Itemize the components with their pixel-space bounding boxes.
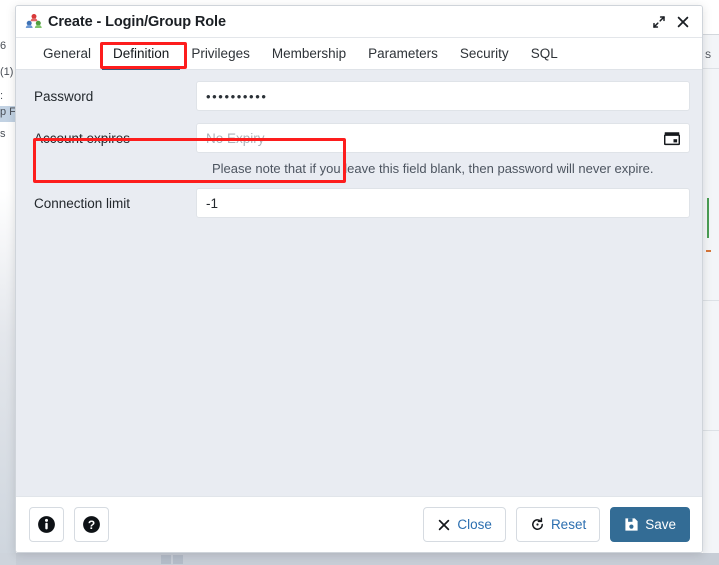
password-expiry-hint: Please note that if you leave this field… — [212, 161, 654, 176]
tab-label: Privileges — [191, 46, 250, 61]
bg-right-accent — [707, 198, 709, 238]
tab-membership[interactable]: Membership — [261, 38, 357, 69]
close-icon[interactable] — [672, 11, 694, 33]
connection-limit-value: -1 — [206, 195, 219, 211]
bg-tree-item: 6 — [0, 40, 7, 52]
bg-tree-item: s — [0, 128, 6, 140]
tab-label: Definition — [113, 46, 170, 61]
account-expires-input[interactable]: No Expiry — [196, 123, 690, 153]
bg-right-body — [703, 35, 719, 553]
tab-label: SQL — [530, 46, 558, 61]
dialog-title: Create - Login/Group Role — [48, 13, 226, 30]
save-button-label: Save — [645, 517, 676, 532]
connection-limit-input[interactable]: -1 — [196, 188, 690, 218]
tab-general[interactable]: General — [32, 38, 102, 69]
bg-tree-item: : — [0, 90, 4, 102]
help-button[interactable]: ? — [74, 507, 109, 542]
tab-label: Membership — [271, 46, 347, 61]
tab-parameters[interactable]: Parameters — [357, 38, 449, 69]
dialog-titlebar[interactable]: Create - Login/Group Role — [16, 6, 702, 38]
svg-text:?: ? — [88, 518, 95, 532]
close-x-icon — [437, 518, 451, 532]
bg-scrollbar-thumb[interactable] — [161, 555, 171, 564]
password-input[interactable]: •••••••••• — [196, 81, 690, 111]
password-row: Password •••••••••• — [16, 79, 702, 113]
group-role-icon — [25, 13, 43, 31]
account-expires-row: Account expires No Expiry — [16, 121, 702, 155]
bg-right-divider — [703, 68, 719, 69]
tab-label: Parameters — [368, 46, 438, 61]
bg-right-divider — [703, 430, 719, 431]
bg-right-divider — [703, 300, 719, 301]
account-expires-label: Account expires — [34, 130, 131, 146]
save-button[interactable]: Save — [610, 507, 690, 542]
tab-label: Security — [459, 46, 509, 61]
password-value: •••••••••• — [206, 88, 268, 104]
bg-horizontal-scrollbar-track[interactable] — [0, 553, 719, 565]
tab-security[interactable]: Security — [449, 38, 520, 69]
close-button[interactable]: Close — [423, 507, 506, 542]
bg-right-label: S — [705, 50, 712, 60]
info-button[interactable] — [29, 507, 64, 542]
background-right-panel: S — [703, 0, 719, 553]
bg-scrollbar-thumb[interactable] — [173, 555, 183, 564]
dialog-tabbar: General Definition Privileges Membership… — [16, 38, 702, 70]
close-button-label: Close — [457, 517, 492, 532]
account-expires-placeholder: No Expiry — [206, 130, 265, 146]
reset-icon — [530, 517, 545, 532]
connection-limit-label: Connection limit — [34, 195, 131, 211]
save-disk-icon — [624, 517, 639, 532]
dialog-footer: ? Close Reset Save — [16, 496, 702, 552]
reset-button[interactable]: Reset — [515, 507, 601, 542]
password-label: Password — [34, 88, 94, 104]
bg-bottom-left — [0, 553, 16, 565]
bg-right-accent — [706, 250, 711, 252]
bg-tree-item-selected: p F — [0, 106, 16, 122]
create-login-group-role-dialog: Create - Login/Group Role General Defini… — [15, 5, 703, 553]
maximize-icon[interactable] — [648, 11, 670, 33]
calendar-icon[interactable] — [664, 130, 680, 146]
tab-label: General — [43, 46, 92, 61]
tab-privileges[interactable]: Privileges — [180, 38, 261, 69]
bg-left-gradient — [0, 190, 16, 553]
bg-right-header — [703, 0, 719, 35]
bg-tree-item: (1) — [0, 66, 14, 78]
definition-form: Password •••••••••• Account expires No E… — [16, 70, 702, 496]
tab-sql[interactable]: SQL — [520, 38, 569, 69]
background-browser-tree: 6 (1) : p F s — [0, 0, 16, 565]
tab-definition[interactable]: Definition — [102, 38, 181, 70]
reset-button-label: Reset — [550, 517, 587, 532]
connection-limit-row: Connection limit -1 — [16, 186, 702, 220]
